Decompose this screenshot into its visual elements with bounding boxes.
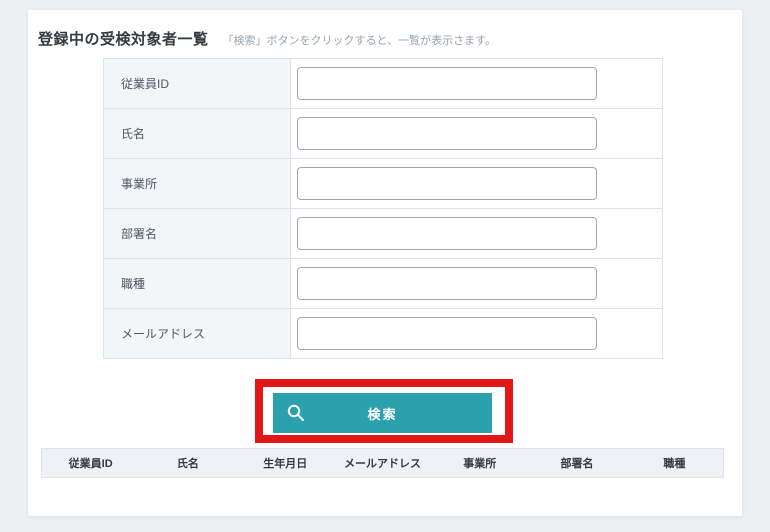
content-card: 登録中の受検対象者一覧 「検索」ボタンをクリックすると、一覧が表示さます。 従業… xyxy=(28,10,742,516)
employee-id-label: 従業員ID xyxy=(104,59,291,108)
magnifier-icon xyxy=(286,403,306,423)
column-header-email: メールアドレス xyxy=(343,458,421,470)
results-table-header: 従業員ID 氏名 生年月日 メールアドレス 事業所 部署名 職種 xyxy=(41,448,724,478)
office-input[interactable] xyxy=(297,167,597,200)
page-title: 登録中の受検対象者一覧 xyxy=(38,31,209,48)
name-input[interactable] xyxy=(297,117,597,150)
department-label: 部署名 xyxy=(104,209,291,258)
search-button-label: 検索 xyxy=(367,406,398,422)
office-label: 事業所 xyxy=(104,159,291,208)
form-row-name: 氏名 xyxy=(104,109,662,159)
email-input[interactable] xyxy=(297,317,597,350)
column-header-job-type: 職種 xyxy=(663,458,686,470)
form-row-job-type: 職種 xyxy=(104,259,662,309)
employee-id-input[interactable] xyxy=(297,67,597,100)
search-button[interactable]: 検索 xyxy=(273,393,492,433)
column-header-birthdate: 生年月日 xyxy=(263,458,308,470)
job-type-label: 職種 xyxy=(104,259,291,308)
column-header-department: 部署名 xyxy=(560,458,594,470)
column-header-employee-id: 従業員ID xyxy=(68,458,113,470)
search-form: 従業員ID 氏名 事業所 部署名 職種 メールアドレス xyxy=(103,58,663,359)
column-header-office: 事業所 xyxy=(463,458,497,470)
form-row-department: 部署名 xyxy=(104,209,662,259)
form-row-office: 事業所 xyxy=(104,159,662,209)
name-label: 氏名 xyxy=(104,109,291,158)
email-label: メールアドレス xyxy=(104,309,291,358)
column-header-name: 氏名 xyxy=(176,458,199,470)
job-type-input[interactable] xyxy=(297,267,597,300)
page-subtitle: 「検索」ボタンをクリックすると、一覧が表示さます。 xyxy=(222,35,496,47)
heading-row: 登録中の受検対象者一覧 「検索」ボタンをクリックすると、一覧が表示さます。 xyxy=(38,28,728,49)
department-input[interactable] xyxy=(297,217,597,250)
form-row-employee-id: 従業員ID xyxy=(104,59,662,109)
form-row-email: メールアドレス xyxy=(104,309,662,359)
